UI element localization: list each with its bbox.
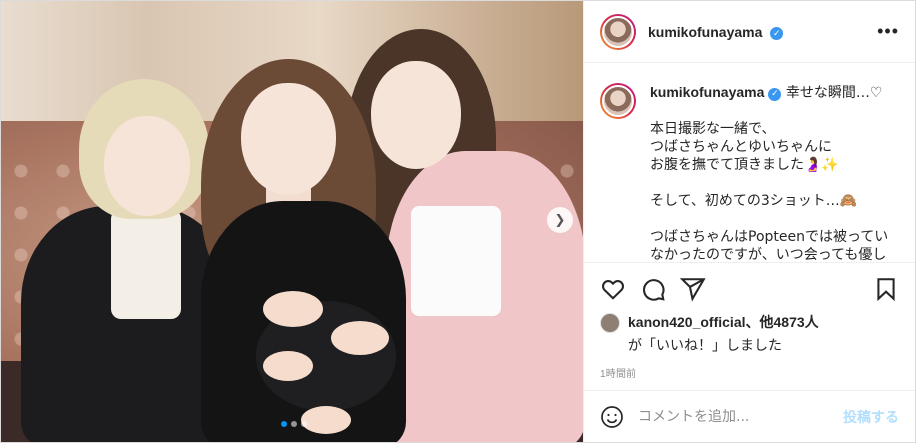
liker-username[interactable]: kanon420_official [628,314,746,330]
caption-story-ring[interactable] [600,83,636,119]
hand [263,291,323,327]
post-comment-button[interactable]: 投稿する [843,407,899,427]
post-header: kumikofunayama ✓ ••• [584,1,915,63]
likes-summary: kanon420_official、他4873人 [600,313,899,333]
avatar[interactable] [602,15,634,48]
header-username-text[interactable]: kumikofunayama [648,24,762,40]
likes-count[interactable]: 、他4873人 [746,314,819,330]
action-icons [600,269,899,309]
caption-username[interactable]: kumikofunayama [650,84,764,100]
caption: kumikofunayama ✓ 幸せな瞬間…♡ 本日撮影な一緒で、 つばさちゃん… [600,83,899,262]
share-icon[interactable] [680,276,706,302]
carousel-dot [301,421,307,427]
story-ring[interactable] [600,13,636,50]
hand [301,406,351,434]
bookmark-icon[interactable] [873,276,899,302]
comment-icon[interactable] [640,276,666,302]
carousel-indicator [281,421,307,427]
caption-body: kumikofunayama ✓ 幸せな瞬間…♡ 本日撮影な一緒で、 つばさちゃん… [650,83,888,262]
post-side-panel: kumikofunayama ✓ ••• kumikofunayama ✓ 幸せな… [583,1,915,442]
more-options-icon[interactable]: ••• [877,21,899,42]
comment-bar: 投稿する [584,390,915,442]
verified-badge-icon: ✓ [768,87,782,101]
carousel-dot-active [281,421,287,427]
emoji-icon[interactable] [600,405,624,429]
likes-label: が「いいね！」しました [628,338,782,354]
verified-badge-icon: ✓ [770,26,784,40]
caption-avatar[interactable] [602,85,634,117]
header-username[interactable]: kumikofunayama ✓ [648,24,784,40]
liker-avatar[interactable] [600,313,620,333]
chevron-right-icon: ❯ [554,212,566,227]
hand [331,321,389,355]
hand [263,351,313,381]
carousel-dot [291,421,297,427]
post-time[interactable]: 1時間前 [600,365,899,380]
post-photo[interactable]: ❯ [1,1,583,442]
caption-area: kumikofunayama ✓ 幸せな瞬間…♡ 本日撮影な一緒で、 つばさちゃん… [584,63,915,262]
carousel-next-button[interactable]: ❯ [547,207,573,233]
caption-text: 幸せな瞬間…♡ 本日撮影な一緒で、 つばさちゃんとゆいちゃんに お腹を撫でて頂き… [650,85,889,262]
comment-input[interactable] [638,408,843,425]
instagram-post: ❯ kumikofunayama ✓ ••• kumikofunayama ✓ … [0,0,916,443]
heart-icon[interactable] [600,276,626,302]
action-section: kanon420_official、他4873人 が「いいね！」しました 1時間… [584,262,915,380]
